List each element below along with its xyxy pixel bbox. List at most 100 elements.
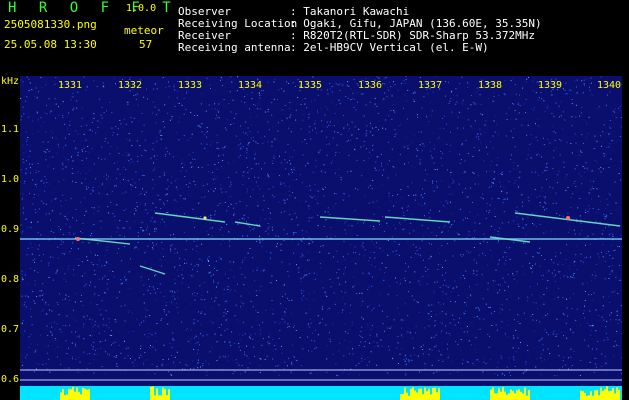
noise-pixel — [305, 270, 307, 272]
noise-pixel — [517, 177, 519, 179]
noise-pixel — [165, 301, 167, 303]
noise-pixel — [86, 188, 88, 190]
noise-pixel — [387, 163, 389, 165]
noise-pixel — [123, 246, 125, 248]
noise-pixel — [146, 223, 148, 225]
noise-pixel — [554, 140, 556, 142]
noise-pixel — [553, 275, 555, 277]
noise-pixel — [94, 254, 96, 256]
noise-pixel — [193, 180, 195, 182]
noise-pixel — [524, 242, 526, 244]
noise-pixel — [292, 344, 294, 346]
noise-pixel — [186, 329, 187, 331]
noise-pixel — [86, 124, 88, 126]
noise-pixel — [519, 176, 521, 178]
noise-pixel — [117, 128, 119, 130]
noise-pixel — [574, 181, 576, 182]
noise-pixel — [610, 158, 612, 160]
noise-pixel — [294, 232, 296, 234]
noise-pixel — [367, 289, 369, 291]
noise-pixel — [271, 275, 273, 277]
noise-pixel — [305, 186, 307, 187]
noise-pixel — [201, 93, 203, 95]
noise-pixel — [300, 289, 302, 291]
noise-pixel — [69, 251, 71, 252]
noise-pixel — [58, 226, 60, 228]
noise-pixel — [576, 92, 578, 94]
noise-pixel — [33, 197, 35, 199]
noise-pixel — [507, 248, 509, 250]
noise-pixel — [309, 126, 311, 128]
noise-pixel — [163, 255, 164, 257]
noise-pixel — [308, 273, 310, 275]
noise-pixel — [443, 205, 445, 207]
noise-pixel — [249, 362, 251, 364]
noise-pixel — [34, 351, 36, 353]
noise-pixel — [93, 113, 95, 115]
noise-pixel — [90, 302, 92, 304]
noise-pixel — [179, 116, 181, 118]
noise-pixel — [69, 234, 71, 236]
noise-pixel — [152, 202, 154, 204]
noise-pixel — [412, 337, 414, 339]
noise-pixel — [133, 95, 135, 96]
noise-pixel — [158, 132, 160, 134]
noise-pixel — [476, 136, 478, 138]
noise-pixel — [289, 214, 291, 216]
noise-pixel — [361, 175, 363, 177]
noise-pixel — [143, 261, 145, 263]
noise-peak — [166, 395, 168, 400]
noise-pixel — [193, 220, 195, 222]
noise-pixel — [206, 78, 208, 80]
noise-pixel — [531, 294, 533, 296]
noise-pixel — [155, 274, 157, 276]
noise-pixel — [204, 147, 206, 149]
noise-pixel — [30, 172, 31, 174]
noise-pixel — [400, 189, 402, 190]
noise-pixel — [525, 224, 527, 226]
noise-pixel — [427, 227, 429, 229]
noise-pixel — [289, 102, 291, 103]
noise-pixel — [140, 348, 141, 350]
noise-pixel — [368, 273, 370, 275]
noise-pixel — [391, 236, 393, 238]
noise-pixel — [342, 297, 344, 298]
noise-pixel — [394, 136, 396, 138]
noise-pixel — [415, 325, 417, 327]
noise-pixel — [442, 152, 443, 154]
noise-pixel — [197, 125, 199, 127]
noise-pixel — [192, 248, 194, 250]
noise-pixel — [482, 298, 484, 300]
noise-pixel — [159, 130, 161, 132]
noise-pixel — [105, 324, 107, 326]
noise-pixel — [402, 228, 404, 230]
noise-pixel — [555, 102, 557, 104]
noise-pixel — [71, 168, 73, 170]
noise-pixel — [176, 303, 177, 305]
noise-pixel — [326, 358, 328, 360]
noise-pixel — [544, 201, 546, 203]
noise-pixel — [328, 143, 330, 145]
noise-pixel — [608, 167, 610, 168]
noise-pixel — [463, 275, 464, 276]
noise-pixel — [297, 97, 299, 98]
noise-pixel — [136, 246, 138, 248]
noise-pixel — [229, 186, 231, 188]
noise-pixel — [242, 145, 244, 147]
noise-pixel — [310, 138, 312, 140]
noise-pixel — [470, 104, 472, 106]
noise-pixel — [220, 244, 222, 246]
noise-pixel — [157, 367, 159, 369]
noise-pixel — [513, 220, 515, 222]
noise-pixel — [368, 186, 370, 188]
noise-pixel — [581, 152, 583, 153]
noise-pixel — [141, 155, 143, 156]
noise-pixel — [459, 208, 461, 210]
noise-pixel — [387, 87, 389, 88]
y-tick-label: 0.9 — [1, 224, 20, 235]
noise-pixel — [277, 235, 279, 237]
noise-pixel — [323, 164, 325, 166]
noise-pixel — [182, 368, 184, 370]
noise-pixel — [347, 171, 349, 173]
noise-pixel — [276, 245, 278, 247]
